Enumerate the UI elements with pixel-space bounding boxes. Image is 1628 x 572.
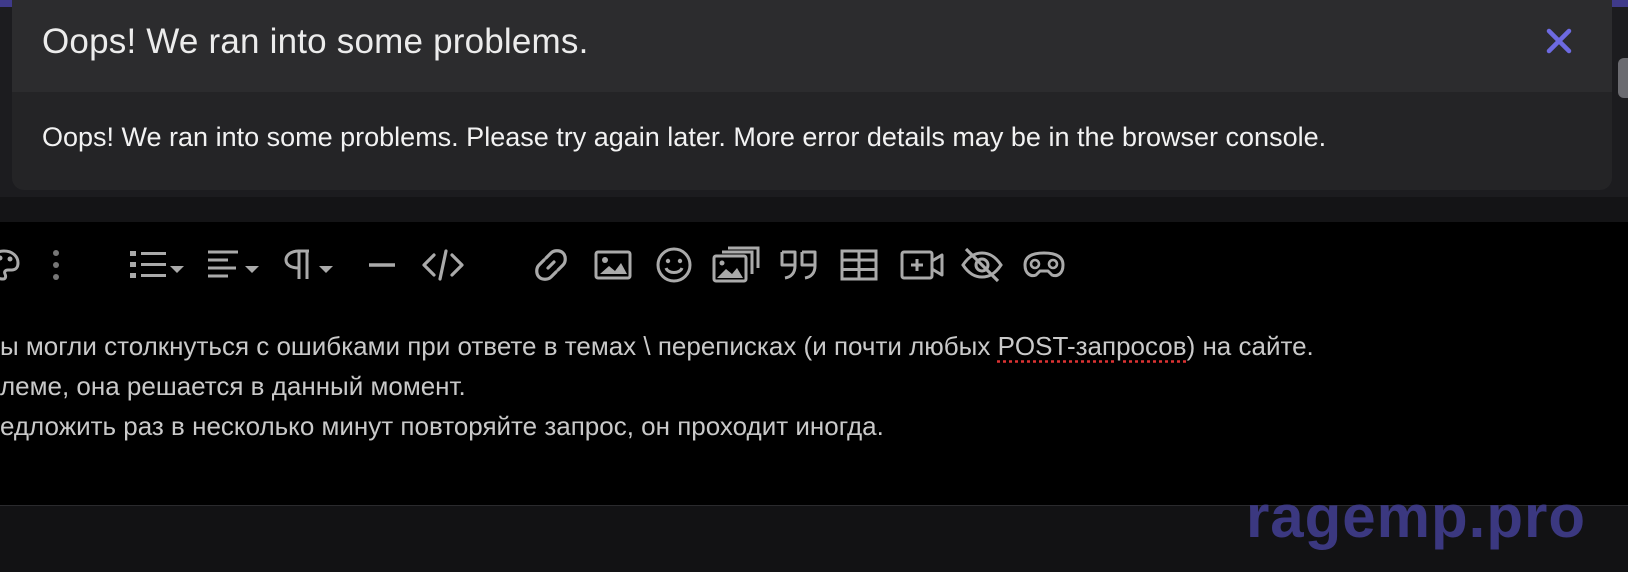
game-icon[interactable] <box>1021 242 1067 288</box>
editor-line: леме, она решается в данный момент. <box>0 366 1620 406</box>
editor-top-strip <box>0 197 1628 223</box>
editor-toolbar <box>0 242 1628 288</box>
misspelled-word: POST-запросов <box>997 331 1187 361</box>
scrollbar-thumb[interactable] <box>1618 58 1628 98</box>
paragraph-icon[interactable] <box>283 242 337 288</box>
text-segment: ы могли столкнуться с ошибками при ответ… <box>0 331 998 361</box>
editor-line: ы могли столкнуться с ошибками при ответ… <box>0 326 1620 366</box>
error-modal: Oops! We ran into some problems. Oops! W… <box>12 0 1612 190</box>
modal-message: Oops! We ran into some problems. Please … <box>42 122 1327 152</box>
modal-title: Oops! We ran into some problems. <box>42 22 589 61</box>
text-segment: ) на сайте. <box>1186 331 1314 361</box>
more-vertical-icon[interactable] <box>49 242 63 288</box>
text-segment: едложить раз в несколько минут повторяйт… <box>0 411 884 441</box>
code-icon[interactable] <box>422 242 464 288</box>
text-segment: леме, она решается в данный момент. <box>0 371 466 401</box>
smiley-icon[interactable] <box>655 242 693 288</box>
modal-header: Oops! We ran into some problems. <box>12 0 1612 92</box>
palette-icon[interactable] <box>0 242 20 288</box>
close-icon[interactable] <box>1540 22 1578 60</box>
horizontal-rule-icon[interactable] <box>367 242 397 288</box>
media-icon[interactable] <box>900 242 944 288</box>
watermark-logo: ragemp.pro <box>1245 483 1586 550</box>
spoiler-icon[interactable] <box>960 242 1004 288</box>
list-icon[interactable] <box>128 242 186 288</box>
editor-text[interactable]: ы могли столкнуться с ошибками при ответ… <box>0 326 1620 446</box>
image-icon[interactable] <box>594 242 632 288</box>
table-icon[interactable] <box>840 242 878 288</box>
link-icon[interactable] <box>532 242 570 288</box>
editor-line: едложить раз в несколько минут повторяйт… <box>0 406 1620 446</box>
message-editor[interactable]: ы могли столкнуться с ошибками при ответ… <box>0 222 1628 506</box>
media-gallery-icon[interactable] <box>712 242 760 288</box>
align-icon[interactable] <box>206 242 262 288</box>
quote-icon[interactable] <box>778 242 818 288</box>
